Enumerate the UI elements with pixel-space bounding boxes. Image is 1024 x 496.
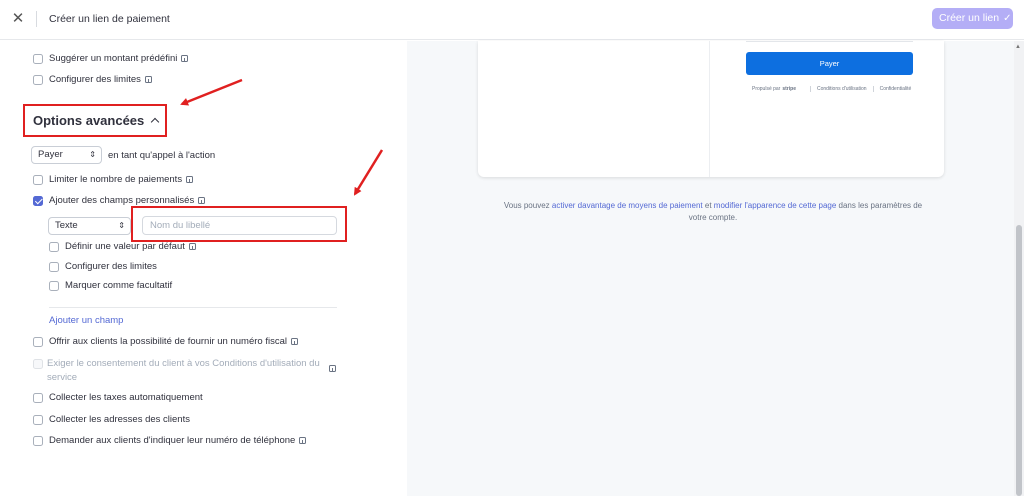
enable-payment-methods-link[interactable]: activer davantage de moyens de paiement <box>552 201 703 210</box>
default-value-checkbox[interactable] <box>49 241 59 252</box>
preview-split-divider <box>709 41 710 177</box>
custom-fields-option[interactable]: Ajouter des champs personnalisés <box>33 195 206 206</box>
footer-separator <box>872 86 874 92</box>
terms-consent-checkbox <box>33 359 43 369</box>
create-link-button[interactable]: Créer un lien ✓ <box>932 8 1013 29</box>
header-divider <box>36 11 37 27</box>
close-icon[interactable]: ✕ <box>10 11 26 27</box>
info-icon[interactable] <box>144 76 152 83</box>
terms-consent-label: Exiger le consentement du client à vos C… <box>47 358 320 383</box>
divider <box>49 307 337 308</box>
phone-option[interactable]: Demander aux clients d'indiquer leur num… <box>33 435 307 446</box>
tax-id-checkbox[interactable] <box>33 336 43 347</box>
cta-select-value: Payer <box>38 149 63 160</box>
select-arrows-icon: ⇕ <box>89 150 96 159</box>
default-value-option[interactable]: Définir une valeur par défaut <box>49 241 196 252</box>
info-icon[interactable] <box>329 365 336 372</box>
cta-suffix-label: en tant qu'appel à l'action <box>108 150 216 161</box>
stripe-logo: stripe <box>782 86 796 92</box>
configure-limits-option[interactable]: Configurer des limites <box>33 74 152 85</box>
phone-label: Demander aux clients d'indiquer leur num… <box>49 435 296 446</box>
top-bar: ✕ Créer un lien de paiement Créer un lie… <box>0 0 1024 40</box>
configure-limits-label: Configurer des limites <box>49 74 141 85</box>
field-limits-option[interactable]: Configurer des limites <box>49 261 157 272</box>
annotation-box-advanced <box>23 104 167 137</box>
auto-tax-checkbox[interactable] <box>33 392 43 403</box>
limit-payments-option[interactable]: Limiter le nombre de paiements <box>33 174 194 185</box>
configure-limits-checkbox[interactable] <box>33 74 43 85</box>
optional-option[interactable]: Marquer comme facultatif <box>49 280 172 291</box>
create-link-label: Créer un lien <box>939 12 1000 24</box>
preview-helper-text: Vous pouvez activer davantage de moyens … <box>495 200 931 224</box>
scroll-up-icon[interactable]: ▲ <box>1015 44 1021 50</box>
info-icon[interactable] <box>198 197 206 204</box>
annotation-box-label-input <box>131 206 347 242</box>
limit-payments-label: Limiter le nombre de paiements <box>49 174 183 185</box>
custom-fields-checkbox[interactable] <box>33 195 43 206</box>
addresses-label: Collecter les adresses des clients <box>49 414 190 425</box>
optional-label: Marquer comme facultatif <box>65 280 173 291</box>
preview-pay-button: Payer <box>746 52 913 75</box>
field-limits-checkbox[interactable] <box>49 261 59 272</box>
info-icon[interactable] <box>290 338 298 345</box>
field-type-select[interactable]: Texte ⇕ <box>48 217 131 235</box>
info-icon[interactable] <box>188 243 196 250</box>
helper-text-start: Vous pouvez <box>503 201 550 210</box>
add-field-link[interactable]: Ajouter un champ <box>49 315 123 326</box>
suggest-amount-checkbox[interactable] <box>33 53 43 64</box>
modify-appearance-link[interactable]: modifier l'apparence de cette page <box>714 201 837 210</box>
suggest-amount-option[interactable]: Suggérer un montant prédéfini <box>33 53 189 64</box>
phone-checkbox[interactable] <box>33 435 43 446</box>
select-arrows-icon: ⇕ <box>118 221 125 230</box>
preview-footer: Propulsé par stripe Conditions d'utilisa… <box>752 86 911 92</box>
footer-separator <box>809 86 811 92</box>
addresses-option[interactable]: Collecter les adresses des clients <box>33 414 190 425</box>
default-value-label: Définir une valeur par défaut <box>65 241 185 252</box>
info-icon[interactable] <box>181 55 189 62</box>
addresses-checkbox[interactable] <box>33 414 43 425</box>
scrollbar-thumb[interactable] <box>1016 225 1022 496</box>
page-title: Créer un lien de paiement <box>49 13 170 25</box>
card-field-edge <box>746 41 913 42</box>
cta-select[interactable]: Payer ⇕ <box>31 146 102 164</box>
terms-link: Conditions d'utilisation <box>816 86 867 92</box>
info-icon[interactable] <box>186 176 194 183</box>
tax-id-option[interactable]: Offrir aux clients la possibilité de fou… <box>33 336 298 347</box>
privacy-link: Confidentialité <box>879 86 912 92</box>
auto-tax-label: Collecter les taxes automatiquement <box>49 392 203 403</box>
optional-checkbox[interactable] <box>49 280 59 291</box>
field-limits-label: Configurer des limites <box>65 261 157 272</box>
tax-id-label: Offrir aux clients la possibilité de fou… <box>49 336 287 347</box>
powered-by-label: Propulsé par <box>752 86 781 92</box>
field-type-value: Texte <box>55 220 78 231</box>
auto-tax-option[interactable]: Collecter les taxes automatiquement <box>33 392 203 403</box>
check-icon: ✓ <box>1003 13 1012 24</box>
cta-suffix: en tant qu'appel à l'action <box>108 150 215 161</box>
suggest-amount-label: Suggérer un montant prédéfini <box>49 53 178 64</box>
limit-payments-checkbox[interactable] <box>33 174 43 185</box>
helper-text-mid: et <box>704 201 712 210</box>
info-icon[interactable] <box>299 437 307 444</box>
custom-fields-label: Ajouter des champs personnalisés <box>49 195 195 206</box>
